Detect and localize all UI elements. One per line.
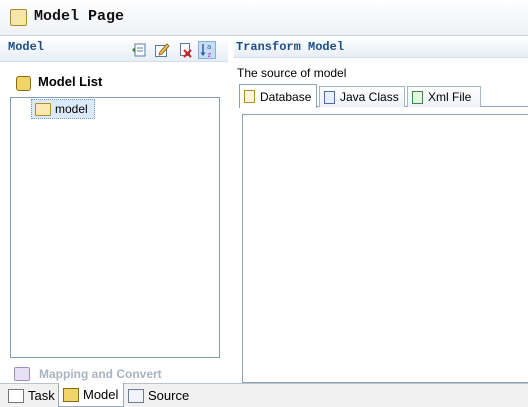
page-tab-label: Task <box>28 388 55 403</box>
tab-database[interactable]: Database <box>239 84 317 108</box>
model-panel-header: Model a z <box>0 36 228 62</box>
model-tree[interactable]: model <box>10 97 220 358</box>
database-tab-content <box>242 114 528 383</box>
model-page-icon <box>10 9 27 26</box>
edit-icon <box>155 43 170 57</box>
sort-az-icon: a z <box>200 43 212 58</box>
svg-text:z: z <box>208 51 212 58</box>
model-icon <box>63 387 79 402</box>
source-icon <box>128 388 144 403</box>
page-tab-bar: Task Model Source <box>0 383 528 407</box>
page-tab-label: Source <box>148 388 190 403</box>
tab-java-class[interactable]: Java Class <box>319 86 405 107</box>
page-title: Model Page <box>34 8 125 25</box>
mapping-and-convert-section[interactable]: Mapping and Convert <box>14 367 162 381</box>
svg-text:a: a <box>207 43 211 51</box>
tab-label: Database <box>260 89 312 104</box>
delete-icon <box>180 43 192 58</box>
add-model-button[interactable] <box>130 41 148 59</box>
xml-file-icon <box>412 90 423 104</box>
java-class-icon <box>324 90 335 104</box>
tree-item-label: model <box>55 102 88 116</box>
delete-model-button[interactable] <box>176 41 194 59</box>
page-tab-source[interactable]: Source <box>124 384 194 407</box>
edit-model-button[interactable] <box>153 41 171 59</box>
title-bar: Model Page <box>0 0 528 36</box>
task-icon <box>8 388 24 403</box>
model-panel: Model a z Model List model Mapping and C… <box>0 36 228 383</box>
tab-label: Xml File <box>428 90 472 104</box>
add-icon <box>132 43 146 57</box>
transform-panel: Transform Model The source of model Data… <box>234 36 528 383</box>
source-label: The source of model <box>237 66 347 80</box>
page-tab-model[interactable]: Model <box>58 383 125 407</box>
model-section-title: Model <box>8 40 45 54</box>
model-list-label: Model List <box>38 74 103 89</box>
model-list-icon <box>16 76 31 91</box>
folder-icon <box>35 102 51 116</box>
sort-button[interactable]: a z <box>198 41 216 59</box>
tab-label: Java Class <box>340 90 399 104</box>
tree-item-model[interactable]: model <box>31 99 95 119</box>
transform-section-title: Transform Model <box>236 40 345 54</box>
mapping-icon <box>14 367 30 381</box>
source-tabs: Database Java Class Xml File <box>239 84 528 108</box>
tab-xml-file[interactable]: Xml File <box>407 86 481 107</box>
transform-panel-header: Transform Model <box>234 36 528 58</box>
mapping-label: Mapping and Convert <box>39 367 162 381</box>
page-tab-label: Model <box>83 387 119 402</box>
database-icon <box>244 90 255 103</box>
page-tab-task[interactable]: Task <box>4 384 60 407</box>
